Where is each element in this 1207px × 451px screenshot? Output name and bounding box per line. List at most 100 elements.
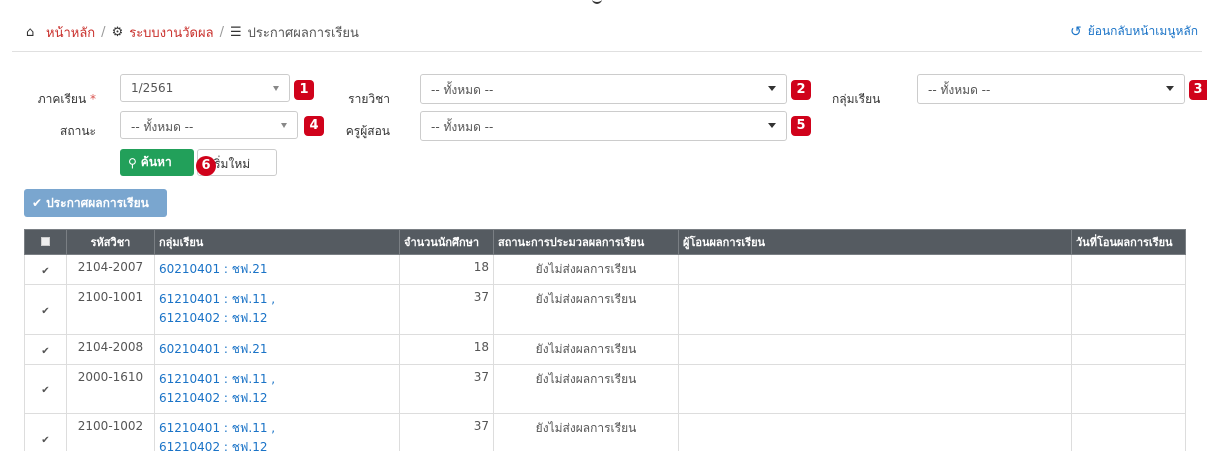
row-checkbox[interactable]: ✔ (24, 254, 67, 285)
table-row: ✔ 2000-1610 61210401 : ชฟ.11 , 61210402 :… (24, 364, 1186, 414)
search-button[interactable]: ⚲ ค้นหา (120, 149, 194, 176)
group-link[interactable]: 61210402 : ชฟ.12 (159, 309, 395, 328)
count-cell: 37 (399, 284, 494, 335)
home-icon: ⌂ (26, 24, 35, 40)
table-header-row: รหัสวิชา กลุ่มเรียน จำนวนนักศึกษา สถานะก… (24, 229, 1186, 255)
teacher-label: ครูผู้สอน (345, 124, 390, 138)
badge-1: 1 (294, 80, 314, 100)
status-cell: ยังไม่ส่งผลการเรียน (493, 364, 679, 414)
breadcrumb-separator: / (219, 25, 224, 40)
group-link[interactable]: 60210401 : ชฟ.21 (159, 340, 395, 359)
col-header-count: จำนวนนักศึกษา (399, 229, 494, 255)
subject-label: รายวิชา (348, 92, 390, 106)
badge-5: 5 (791, 116, 811, 136)
search-button-label: ค้นหา (140, 155, 172, 169)
gear-icon: ⚙ (111, 25, 124, 40)
group-link[interactable]: 60210401 : ชฟ.21 (159, 260, 395, 279)
checkbox-icon (41, 236, 50, 246)
col-header-code: รหัสวิชา (66, 229, 155, 255)
chevron-down-icon (768, 86, 776, 91)
subject-code-link[interactable]: 2100-1001 (66, 284, 155, 335)
transfer-date-cell (1071, 413, 1186, 451)
breadcrumb-home-link[interactable]: หน้าหลัก (46, 22, 95, 43)
row-checkbox[interactable]: ✔ (24, 413, 67, 451)
transferrer-cell (678, 334, 1072, 365)
list-icon: ☰ (229, 25, 242, 40)
reset-button-label: เริ่มใหม่ (210, 157, 251, 171)
teacher-value: -- ทั้งหมด -- (431, 120, 494, 134)
chevron-down-icon (768, 123, 776, 128)
semester-value: 1/2561 (131, 81, 174, 95)
subject-code-link[interactable]: 2100-1002 (66, 413, 155, 451)
group-link[interactable]: 61210402 : ชฟ.12 (159, 389, 395, 408)
badge-3: 3 (1189, 80, 1207, 100)
group-link[interactable]: 61210401 : ชฟ.11 , (159, 290, 395, 309)
breadcrumb: ⌂ หน้าหลัก / ⚙ ระบบงานวัดผล / ☰ ประกาศผล… (12, 10, 1202, 52)
back-arrow-icon: ↺ (1069, 23, 1082, 40)
cropped-fragment (592, 0, 602, 4)
transfer-date-cell (1071, 284, 1186, 335)
count-cell: 37 (399, 364, 494, 414)
subject-code-link[interactable]: 2000-1610 (66, 364, 155, 414)
col-header-transferrer: ผู้โอนผลการเรียน (678, 229, 1072, 255)
badge-4: 4 (304, 116, 324, 136)
chevron-down-icon (1166, 86, 1174, 91)
badge-3-number: 3 (1193, 82, 1203, 97)
checkbox-checked-icon: ✔ (41, 434, 50, 446)
required-mark: * (90, 92, 96, 106)
transferrer-cell (678, 254, 1072, 285)
group-select[interactable]: -- ทั้งหมด -- (917, 74, 1185, 104)
checkbox-checked-icon: ✔ (41, 305, 50, 317)
col-header-status: สถานะการประมวลผลการเรียน (493, 229, 679, 255)
table-row: ✔ 2104-2007 60210401 : ชฟ.21 18 ยังไม่ส่… (24, 254, 1186, 285)
subject-code-link[interactable]: 2104-2008 (66, 334, 155, 365)
check-circle-icon: ✔ (32, 196, 43, 210)
status-label: สถานะ (60, 124, 96, 138)
group-link[interactable]: 61210401 : ชฟ.11 , (159, 370, 395, 389)
row-checkbox[interactable]: ✔ (24, 364, 67, 414)
badge-2: 2 (791, 80, 811, 100)
semester-label: ภาคเรียน * (20, 90, 96, 109)
row-checkbox[interactable]: ✔ (24, 284, 67, 335)
transferrer-cell (678, 413, 1072, 451)
subject-value: -- ทั้งหมด -- (431, 83, 494, 97)
semester-label-text: ภาคเรียน (37, 92, 87, 106)
breadcrumb-section-link[interactable]: ระบบงานวัดผล (129, 22, 213, 43)
transfer-date-cell (1071, 364, 1186, 414)
transferrer-cell (678, 364, 1072, 414)
group-link[interactable]: 61210401 : ชฟ.11 , (159, 419, 395, 438)
group-cell: 60210401 : ชฟ.21 (154, 334, 400, 365)
checkbox-checked-icon: ✔ (41, 345, 50, 357)
table-row: ✔ 2100-1001 61210401 : ชฟ.11 , 61210402 :… (24, 284, 1186, 335)
subject-select[interactable]: -- ทั้งหมด -- (420, 74, 787, 104)
group-cell: 60210401 : ชฟ.21 (154, 254, 400, 285)
row-checkbox[interactable]: ✔ (24, 334, 67, 365)
status-value: -- ทั้งหมด -- (131, 120, 194, 134)
select-all-checkbox[interactable] (24, 229, 67, 255)
group-cell: 61210401 : ชฟ.11 , 61210402 : ชฟ.12 (154, 364, 400, 414)
subject-code-link[interactable]: 2104-2007 (66, 254, 155, 285)
announce-results-button[interactable]: ✔ ประกาศผลการเรียน (24, 189, 167, 217)
checkbox-checked-icon: ✔ (41, 385, 50, 396)
group-label: กลุ่มเรียน (832, 92, 881, 106)
teacher-select[interactable]: -- ทั้งหมด -- (420, 111, 787, 141)
group-link[interactable]: 61210402 : ชฟ.12 (159, 438, 395, 451)
count-cell: 18 (399, 334, 494, 365)
col-header-group: กลุ่มเรียน (154, 229, 400, 255)
top-strip (0, 0, 1207, 5)
group-cell: 61210401 : ชฟ.11 , 61210402 : ชฟ.12 (154, 413, 400, 451)
announce-button-label: ประกาศผลการเรียน (46, 195, 149, 210)
checkbox-checked-icon: ✔ (41, 265, 50, 277)
semester-select[interactable]: 1/2561 (120, 74, 290, 102)
search-icon: ⚲ (128, 155, 137, 170)
breadcrumb-separator: / (101, 25, 106, 40)
badge-6: 6 (196, 156, 216, 176)
back-to-main-link[interactable]: ↺ ย้อนกลับหน้าเมนูหลัก (1070, 22, 1198, 41)
status-cell: ยังไม่ส่งผลการเรียน (493, 254, 679, 285)
status-cell: ยังไม่ส่งผลการเรียน (493, 334, 679, 365)
chevron-down-icon (273, 86, 279, 91)
back-label: ย้อนกลับหน้าเมนูหลัก (1087, 24, 1198, 38)
table-row: ✔ 2100-1002 61210401 : ชฟ.11 , 61210402 :… (24, 413, 1186, 451)
transferrer-cell (678, 284, 1072, 335)
status-select[interactable]: -- ทั้งหมด -- (120, 111, 298, 139)
